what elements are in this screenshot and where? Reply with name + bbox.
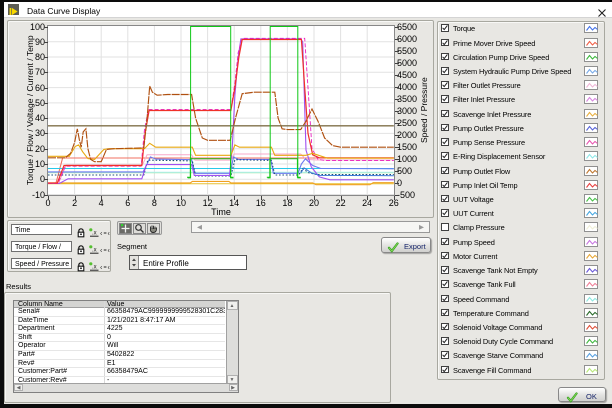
svg-text:‹: ‹ xyxy=(108,265,111,272)
svg-text:=: = xyxy=(104,248,107,254)
svg-text:=: = xyxy=(104,265,107,271)
svg-text:=: = xyxy=(104,231,107,237)
svg-text:.x: .x xyxy=(92,231,97,237)
svg-text:‹: ‹ xyxy=(108,231,111,238)
svg-text:.x: .x xyxy=(92,248,97,254)
svg-text:‹: ‹ xyxy=(108,248,111,255)
svg-text:.x: .x xyxy=(92,265,97,271)
